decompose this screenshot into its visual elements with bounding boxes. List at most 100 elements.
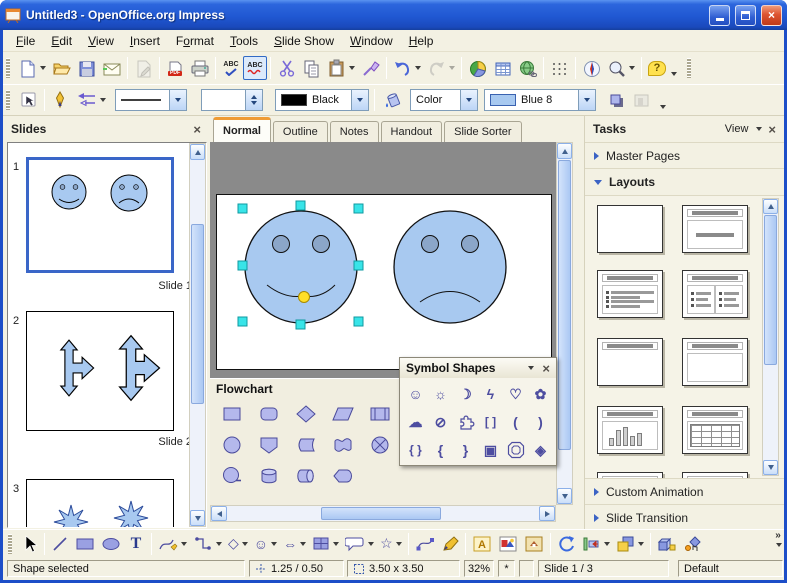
flowchart-display-icon[interactable] (329, 463, 357, 489)
tab-outline[interactable]: Outline (273, 121, 328, 142)
display-grid-button[interactable] (547, 56, 572, 80)
modified-flag-field[interactable]: * (498, 560, 515, 577)
layout-title-two-content[interactable] (682, 270, 748, 318)
menu-file[interactable]: File (8, 31, 43, 51)
dropdown-icon[interactable] (528, 366, 534, 370)
close-icon[interactable]: × (542, 362, 550, 375)
scroll-right-button[interactable] (539, 506, 555, 521)
spinner-arrows[interactable] (245, 90, 262, 110)
edit-file-button[interactable] (131, 56, 156, 80)
layout-title-only[interactable] (597, 338, 663, 386)
email-button[interactable] (99, 56, 124, 80)
menu-help[interactable]: Help (401, 31, 442, 51)
moon-icon[interactable]: ☽ (453, 380, 478, 408)
right-bracket-icon[interactable]: ) (528, 408, 553, 436)
fontwork-button[interactable]: A (469, 532, 495, 556)
connector-tool-button[interactable] (190, 532, 225, 556)
scroll-thumb[interactable] (191, 224, 204, 404)
left-brace-icon[interactable]: { (428, 436, 453, 464)
sun-icon[interactable]: ☼ (428, 380, 453, 408)
canvas-horizontal-scrollbar[interactable] (210, 505, 556, 522)
section-master-pages[interactable]: Master Pages (585, 142, 784, 169)
flowchart-process-icon[interactable] (218, 401, 246, 427)
slide-canvas[interactable] (216, 194, 552, 370)
format-paintbrush-button[interactable] (358, 56, 383, 80)
extrusion-button[interactable] (654, 532, 680, 556)
double-brace-icon[interactable]: { } (403, 436, 428, 464)
combo-arrow[interactable] (578, 90, 595, 110)
dropdown-icon[interactable] (756, 127, 762, 131)
diamond-bevel-icon[interactable]: ◈ (528, 436, 553, 464)
toolbar-more-column[interactable]: » (774, 531, 782, 547)
section-slide-transition[interactable]: Slide Transition (585, 505, 784, 532)
export-pdf-button[interactable]: PDF (163, 56, 187, 80)
puzzle-icon[interactable] (453, 408, 478, 436)
menu-view[interactable]: View (80, 31, 122, 51)
layout-title-content[interactable] (682, 205, 748, 253)
ellipse-tool-button[interactable] (98, 532, 124, 556)
scroll-thumb[interactable] (558, 160, 571, 450)
arrange-button[interactable] (613, 532, 647, 556)
flowchart-stored-data-icon[interactable] (292, 432, 320, 458)
toolbar-options-icon[interactable] (671, 72, 677, 76)
object-size-field[interactable]: 3.50 x 3.50 (347, 560, 460, 577)
line-style-select[interactable] (115, 89, 187, 111)
cut-button[interactable] (274, 56, 299, 80)
slides-scrollbar[interactable] (189, 143, 206, 527)
smiley-face-icon[interactable]: ☺ (403, 380, 428, 408)
tab-notes[interactable]: Notes (330, 121, 379, 142)
open-button[interactable] (49, 56, 74, 80)
text-tool-button[interactable]: T (124, 532, 148, 556)
scroll-left-button[interactable] (211, 506, 227, 521)
flowchart-alternate-process-icon[interactable] (255, 401, 283, 427)
adjust-handle[interactable] (299, 292, 310, 303)
callouts-button[interactable] (342, 532, 377, 556)
flowchart-predefined-process-icon[interactable] (366, 401, 394, 427)
menu-window[interactable]: Window (342, 31, 401, 51)
scroll-up-button[interactable] (557, 143, 572, 159)
insert-table-button[interactable] (490, 56, 515, 80)
flowchart-sequential-access-icon[interactable] (218, 463, 246, 489)
slide-thumbnail-2[interactable] (26, 311, 174, 431)
spellcheck-button[interactable]: ABC (219, 56, 243, 80)
page-style-field[interactable]: Default (678, 560, 783, 577)
layout-title-chart[interactable] (597, 406, 663, 454)
print-button[interactable] (187, 56, 212, 80)
interaction-button[interactable] (680, 532, 706, 556)
help-button[interactable]: ? (645, 56, 669, 80)
toolbar-grip[interactable] (8, 534, 12, 554)
toolbar-grip[interactable] (6, 90, 10, 110)
block-arrows-button[interactable]: ⇔ (280, 532, 309, 556)
symbol-shapes-button[interactable]: ☺ (251, 532, 280, 556)
left-bracket-icon[interactable]: ( (503, 408, 528, 436)
rectangle-tool-button[interactable] (72, 532, 98, 556)
line-color-select[interactable]: Black (275, 89, 369, 111)
lightning-icon[interactable]: ϟ (478, 380, 503, 408)
zoom-field[interactable]: 32% (464, 560, 494, 577)
tab-handout[interactable]: Handout (381, 121, 443, 142)
zoom-button[interactable] (604, 56, 638, 80)
menu-format[interactable]: Format (168, 31, 222, 51)
autospellcheck-button[interactable]: ABC (243, 56, 267, 80)
edit-points-mode-button[interactable] (15, 88, 41, 112)
stars-button[interactable]: ☆ (377, 532, 405, 556)
arrow-style-button[interactable] (72, 88, 109, 112)
insert-image-button[interactable] (495, 532, 521, 556)
layout-title-bullets[interactable] (597, 270, 663, 318)
line-draw-button[interactable] (48, 532, 72, 556)
close-icon[interactable]: × (768, 123, 776, 136)
prohibited-icon[interactable]: ⊘ (428, 408, 453, 436)
frowny-shape[interactable] (394, 211, 506, 323)
combo-arrow[interactable] (351, 90, 368, 110)
scroll-thumb[interactable] (321, 507, 441, 520)
scroll-thumb[interactable] (764, 215, 777, 365)
square-bevel-icon[interactable]: ▣ (478, 436, 503, 464)
flowchart-direct-access-storage-icon[interactable] (292, 463, 320, 489)
edit-points-button[interactable] (412, 532, 438, 556)
rotate-button[interactable] (554, 532, 579, 556)
insert-chart-button[interactable] (465, 56, 490, 80)
copy-button[interactable] (299, 56, 324, 80)
combo-arrow[interactable] (169, 90, 186, 110)
symbol-shapes-palette[interactable]: Symbol Shapes × ☺ ☼ ☽ ϟ ♡ ✿ ☁ ⊘ [ ] ( ) … (399, 357, 557, 466)
glue-points-button[interactable] (438, 532, 462, 556)
